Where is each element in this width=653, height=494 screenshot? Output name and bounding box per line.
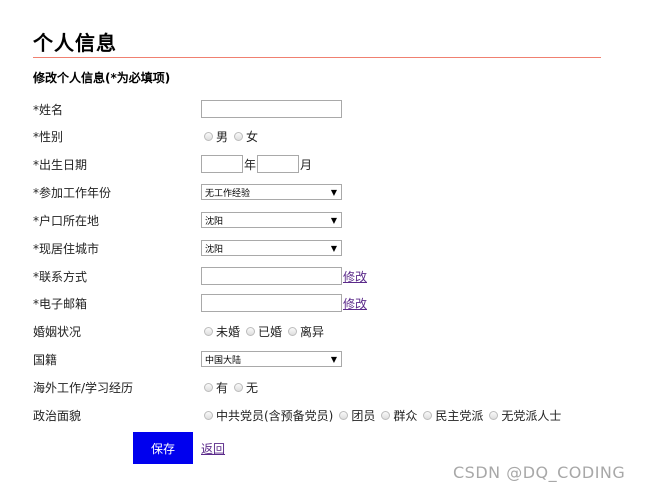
form-row-gender: *性别 男 女 — [33, 126, 633, 146]
overseas-label: 海外工作/学习经历 — [33, 381, 134, 395]
year-unit: 年 — [244, 157, 257, 172]
city-label: *现居住城市 — [33, 242, 100, 256]
political-democratic-radio[interactable] — [423, 410, 433, 420]
political-party-radio[interactable] — [204, 410, 213, 420]
marital-single-radio[interactable] — [204, 326, 213, 336]
overseas-yes-label: 有 — [216, 380, 229, 395]
contact-input[interactable] — [201, 267, 342, 285]
nationality-label: 国籍 — [33, 353, 58, 367]
name-input[interactable] — [201, 100, 342, 118]
form-row-email: *电子邮箱 修改 — [33, 293, 633, 313]
form-row-political: 政治面貌 中共党员(含预备党员) 团员 群众 民主党派 无党派人士 — [33, 405, 633, 425]
name-label: *姓名 — [33, 103, 64, 117]
work-year-label: *参加工作年份 — [33, 186, 112, 200]
dropdown-arrow-icon: ▼ — [330, 187, 337, 197]
political-league-radio[interactable] — [339, 410, 349, 420]
form-row-contact: *联系方式 修改 — [33, 266, 633, 286]
political-party-label: 中共党员(含预备党员) — [216, 408, 334, 423]
contact-label: *联系方式 — [33, 270, 88, 284]
political-nonparty-radio[interactable] — [489, 410, 499, 420]
marital-single-label: 未婚 — [216, 324, 241, 339]
work-year-value: 无工作经验 — [205, 188, 251, 199]
dropdown-arrow-icon: ▼ — [330, 215, 337, 225]
birth-label: *出生日期 — [33, 158, 88, 172]
form-row-hukou: *户口所在地 沈阳 ▼ — [33, 210, 633, 230]
gender-label: *性别 — [33, 130, 64, 144]
hukou-value: 沈阳 — [205, 216, 224, 227]
political-nonparty-label: 无党派人士 — [501, 408, 562, 423]
marital-married-label: 已婚 — [258, 324, 283, 339]
section-title: 修改个人信息(*为必填项) — [33, 71, 171, 85]
overseas-no-label: 无 — [246, 380, 259, 395]
birth-month-input[interactable] — [257, 155, 300, 173]
form-row-overseas: 海外工作/学习经历 有 无 — [33, 377, 633, 397]
email-label: *电子邮箱 — [33, 297, 88, 311]
birth-year-input[interactable] — [201, 155, 243, 173]
political-league-label: 团员 — [351, 408, 376, 423]
marital-divorced-label: 离异 — [300, 324, 325, 339]
page-title: 个人信息 — [33, 31, 117, 55]
form-row-name: *姓名 — [33, 99, 633, 119]
political-label: 政治面貌 — [33, 409, 82, 423]
political-masses-label: 群众 — [393, 408, 418, 423]
form-row-marital: 婚姻状况 未婚 已婚 离异 — [33, 321, 633, 341]
form-row-nationality: 国籍 中国大陆 ▼ — [33, 349, 633, 369]
political-masses-radio[interactable] — [381, 410, 391, 420]
dropdown-arrow-icon: ▼ — [330, 354, 337, 364]
political-democratic-label: 民主党派 — [435, 408, 484, 423]
work-year-select[interactable]: 无工作经验 ▼ — [201, 184, 342, 200]
form-row-birth: *出生日期 年 月 — [33, 154, 633, 174]
hukou-label: *户口所在地 — [33, 214, 100, 228]
back-link[interactable]: 返回 — [201, 440, 225, 457]
marital-married-radio[interactable] — [246, 326, 256, 336]
watermark: CSDN @DQ_CODING — [453, 463, 626, 482]
city-select[interactable]: 沈阳 ▼ — [201, 240, 342, 256]
gender-male-label: 男 — [216, 129, 229, 144]
gender-female-label: 女 — [246, 129, 259, 144]
form-row-city: *现居住城市 沈阳 ▼ — [33, 238, 633, 258]
overseas-yes-radio[interactable] — [204, 382, 213, 392]
title-divider — [33, 57, 601, 58]
hukou-select[interactable]: 沈阳 ▼ — [201, 212, 342, 228]
save-button[interactable]: 保存 — [133, 432, 193, 464]
city-value: 沈阳 — [205, 244, 224, 255]
email-edit-link[interactable]: 修改 — [343, 295, 367, 312]
contact-edit-link[interactable]: 修改 — [343, 268, 367, 285]
month-unit: 月 — [300, 157, 313, 172]
dropdown-arrow-icon: ▼ — [330, 243, 337, 253]
email-input[interactable] — [201, 294, 342, 312]
overseas-no-radio[interactable] — [234, 382, 244, 392]
nationality-select[interactable]: 中国大陆 ▼ — [201, 351, 342, 367]
marital-label: 婚姻状况 — [33, 325, 82, 339]
gender-female-radio[interactable] — [234, 131, 244, 141]
form-row-work-year: *参加工作年份 无工作经验 ▼ — [33, 182, 633, 202]
gender-male-radio[interactable] — [204, 131, 213, 141]
nationality-value: 中国大陆 — [205, 355, 242, 366]
marital-divorced-radio[interactable] — [288, 326, 298, 336]
